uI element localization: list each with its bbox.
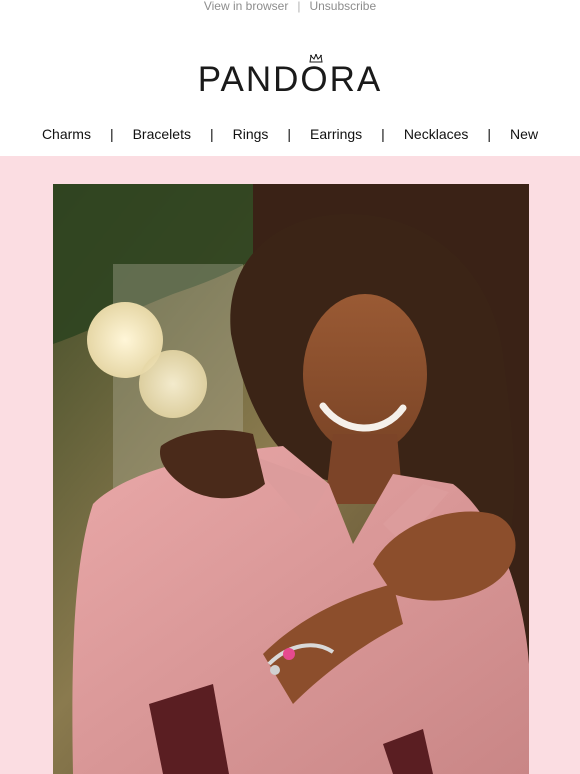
nav-separator: | bbox=[109, 126, 114, 142]
nav-separator: | bbox=[287, 126, 292, 142]
header: PANDORA bbox=[0, 14, 580, 110]
nav-item-new[interactable]: New bbox=[510, 126, 538, 142]
preheader-separator: | bbox=[297, 0, 301, 13]
hero-photo-illustration bbox=[53, 184, 529, 774]
nav-item-rings[interactable]: Rings bbox=[233, 126, 269, 142]
unsubscribe-link[interactable]: Unsubscribe bbox=[309, 0, 376, 13]
preheader-links: View in browser | Unsubscribe bbox=[0, 0, 580, 14]
nav-item-earrings[interactable]: Earrings bbox=[310, 126, 362, 142]
nav-separator: | bbox=[209, 126, 214, 142]
view-in-browser-link[interactable]: View in browser bbox=[204, 0, 288, 13]
nav-item-necklaces[interactable]: Necklaces bbox=[404, 126, 469, 142]
nav-separator: | bbox=[487, 126, 492, 142]
category-nav: Charms | Bracelets | Rings | Earrings | … bbox=[0, 110, 580, 158]
nav-separator: | bbox=[381, 126, 385, 142]
brand-logo[interactable]: PANDORA bbox=[0, 60, 580, 100]
nav-item-bracelets[interactable]: Bracelets bbox=[133, 126, 191, 142]
hero-image[interactable] bbox=[53, 184, 529, 774]
nav-item-charms[interactable]: Charms bbox=[42, 126, 91, 142]
